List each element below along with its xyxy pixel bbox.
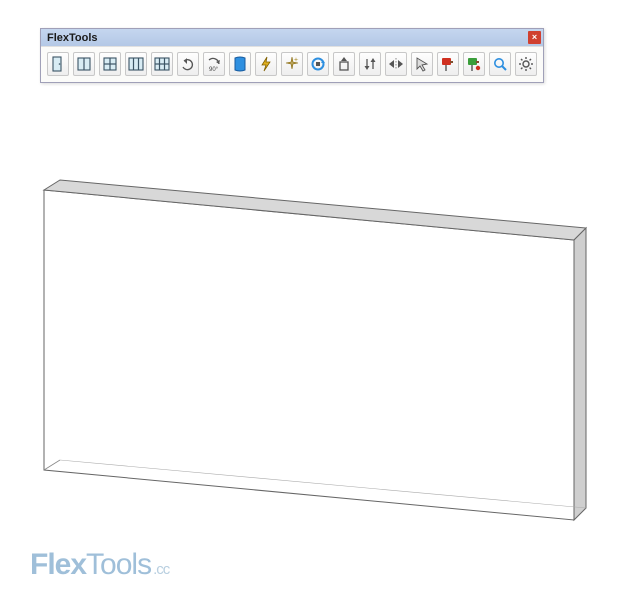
reload-hole-button[interactable] xyxy=(307,52,329,76)
paint-alt-icon xyxy=(465,55,483,73)
gear-icon xyxy=(517,55,535,73)
flextools-toolbar: FlexTools × xyxy=(40,28,544,83)
logo-bold: Flex xyxy=(30,548,86,581)
svg-text:90°: 90° xyxy=(209,67,219,73)
door-single-icon xyxy=(49,55,67,73)
undo-icon xyxy=(179,55,197,73)
settings-button[interactable] xyxy=(515,52,537,76)
grid-wall-button[interactable] xyxy=(151,52,173,76)
lightning-button[interactable] xyxy=(255,52,277,76)
swap-arrows-button[interactable] xyxy=(359,52,381,76)
window-multi-button[interactable] xyxy=(125,52,147,76)
door-single-button[interactable] xyxy=(47,52,69,76)
toolbar-titlebar[interactable]: FlexTools × xyxy=(41,29,543,46)
undo-button[interactable] xyxy=(177,52,199,76)
toolbar-body: 90° xyxy=(41,46,543,82)
window-single-icon xyxy=(75,55,93,73)
pointer-button[interactable] xyxy=(411,52,433,76)
wall-cut-icon xyxy=(231,55,249,73)
paint-icon xyxy=(439,55,457,73)
rotate-90-button[interactable]: 90° xyxy=(203,52,225,76)
search-icon xyxy=(491,55,509,73)
search-button[interactable] xyxy=(489,52,511,76)
viewport-3d-slab xyxy=(0,0,640,600)
mirror-icon xyxy=(387,55,405,73)
reload-hole-icon xyxy=(309,55,327,73)
grid-wall-icon xyxy=(153,55,171,73)
extrude-button[interactable] xyxy=(333,52,355,76)
window-single-button[interactable] xyxy=(73,52,95,76)
sparkle-icon xyxy=(283,55,301,73)
logo-rest: Tools xyxy=(86,548,151,581)
extrude-icon xyxy=(335,55,353,73)
mirror-button[interactable] xyxy=(385,52,407,76)
lightning-icon xyxy=(257,55,275,73)
swap-arrows-icon xyxy=(361,55,379,73)
sparkle-button[interactable] xyxy=(281,52,303,76)
wall-cut-button[interactable] xyxy=(229,52,251,76)
window-multi-icon xyxy=(127,55,145,73)
paint-button[interactable] xyxy=(437,52,459,76)
close-button[interactable]: × xyxy=(528,31,541,44)
toolbar-title: FlexTools xyxy=(47,32,98,44)
pointer-icon xyxy=(413,55,431,73)
paint-alt-button[interactable] xyxy=(463,52,485,76)
window-double-icon xyxy=(101,55,119,73)
logo-suffix: .cc xyxy=(153,561,169,578)
window-double-button[interactable] xyxy=(99,52,121,76)
rotate-90-icon: 90° xyxy=(205,55,223,73)
flextools-watermark: FlexTools.cc xyxy=(30,548,169,582)
